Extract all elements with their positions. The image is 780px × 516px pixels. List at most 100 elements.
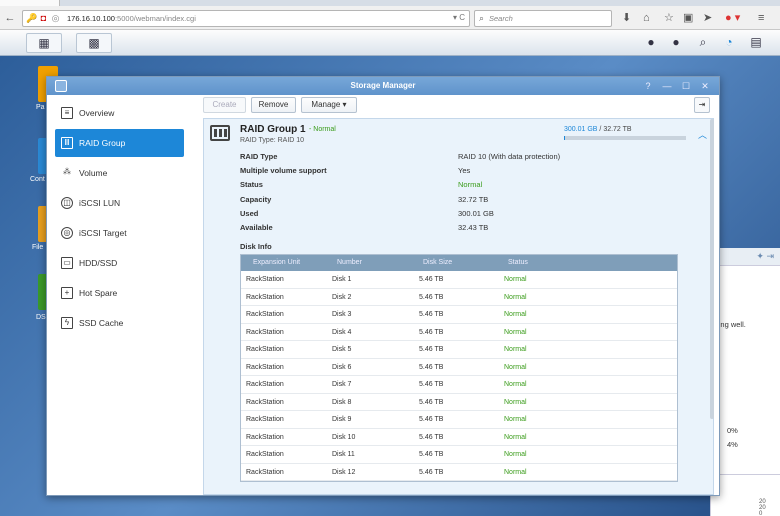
main-content: Create Remove Manage ▾ ⇥ RAID Group 1 - …	[200, 95, 719, 495]
sidebar-item-hdd-ssd[interactable]: ▭ HDD/SSD	[55, 249, 184, 277]
notification-icon[interactable]: ●	[643, 34, 659, 50]
sidebar-item-label: SSD Cache	[79, 318, 124, 328]
table-row[interactable]: RackStation Disk 2 5.46 TB Normal	[241, 289, 677, 306]
disk-status-cell: Normal	[504, 293, 527, 301]
remove-button[interactable]: Remove	[251, 97, 296, 113]
disk-size-cell: 5.46 TB	[419, 363, 444, 371]
close-icon[interactable]: ✕	[699, 80, 711, 92]
status-badge: - Normal	[309, 126, 336, 133]
expansion-unit-cell: RackStation	[246, 276, 284, 283]
table-row[interactable]: RackStation Disk 1 5.46 TB Normal	[241, 271, 677, 289]
expansion-unit-cell: RackStation	[246, 451, 284, 458]
overview-icon: ≡	[61, 107, 73, 119]
sidebar-item-ssd-cache[interactable]: ϟ SSD Cache	[55, 309, 184, 337]
iscsi-target-icon: ◎	[61, 227, 73, 239]
dsm-taskbar: ▦ ▩ ● ● ⌕ ◔ ▤	[0, 30, 780, 56]
pilot-view-icon[interactable]: ▤	[748, 34, 764, 50]
disk-status-cell: Normal	[504, 276, 527, 283]
raid-group-panel: RAID Group 1 - Normal RAID Type: RAID 10…	[203, 118, 714, 495]
property-value: 32.72 TB	[458, 195, 489, 204]
url-bar[interactable]: 🔑 ◘ ◎ 176.16.10.100:5000/webman/index.cg…	[22, 10, 470, 27]
table-row[interactable]: RackStation Disk 3 5.46 TB Normal	[241, 306, 677, 324]
search-icon[interactable]: ⌕	[695, 34, 711, 50]
clipboard-icon[interactable]: ▣	[683, 10, 693, 26]
search-box[interactable]: ⌕ Search	[474, 10, 612, 27]
sidebar-item-overview[interactable]: ≡ Overview	[55, 99, 184, 127]
navigation-bar: ← 🔑 ◘ ◎ 176.16.10.100:5000/webman/index.…	[0, 7, 780, 29]
table-row[interactable]: RackStation Disk 7 5.46 TB Normal	[241, 376, 677, 394]
reload-icon[interactable]: ▾ C	[453, 13, 465, 22]
column-header[interactable]: Status	[508, 259, 528, 266]
create-button[interactable]: Create	[203, 97, 246, 113]
window-titlebar[interactable]: Storage Manager ? — ☐ ✕	[47, 77, 719, 95]
expansion-unit-cell: RackStation	[246, 416, 284, 423]
disk-size-cell: 5.46 TB	[419, 276, 444, 283]
expansion-unit-cell: RackStation	[246, 398, 284, 406]
column-header[interactable]: Number	[337, 259, 362, 266]
browser-tab[interactable]	[0, 0, 60, 6]
table-row[interactable]: RackStation Disk 6 5.46 TB Normal	[241, 359, 677, 376]
abp-icon[interactable]: ● ▾	[725, 10, 740, 26]
bookmark-star-icon[interactable]: ☆	[664, 10, 674, 26]
sidebar-item-volume[interactable]: ⁂ Volume	[55, 159, 184, 187]
maximize-icon[interactable]: ☐	[680, 80, 692, 92]
widget-cpu-value: 0%	[727, 426, 738, 435]
send-icon[interactable]: ➤	[703, 10, 712, 26]
minimize-icon[interactable]: —	[661, 80, 673, 92]
collapse-chevron-icon[interactable]: ︿	[698, 128, 707, 141]
disk-size-cell: 5.46 TB	[419, 433, 444, 441]
page-info-icon[interactable]: 🔑	[26, 13, 37, 24]
disk-status-cell: Normal	[504, 398, 527, 406]
disk-size-cell: 5.46 TB	[419, 416, 444, 423]
table-header: Expansion Unit Number Disk Size Status	[241, 255, 677, 271]
disk-status-cell: Normal	[504, 468, 527, 476]
manage-dropdown-button[interactable]: Manage ▾	[301, 97, 357, 113]
sidebar-item-raid-group[interactable]: Ⅲ RAID Group	[55, 129, 184, 157]
widget-header: ✦ ⇥	[711, 248, 780, 266]
sidebar: ≡ Overview Ⅲ RAID Group ⁂ Volume ◫ iSCSI LUN…	[47, 95, 191, 495]
home-icon[interactable]: ⌂	[643, 10, 650, 26]
back-icon[interactable]: ←	[2, 10, 18, 26]
disk-size-cell: 5.46 TB	[419, 381, 444, 388]
menu-icon[interactable]: ≡	[758, 10, 764, 26]
raid-group-icon	[210, 125, 230, 141]
disk-number-cell: Disk 7	[332, 381, 352, 388]
disk-info-heading: Disk Info	[240, 242, 272, 251]
help-icon[interactable]: ?	[642, 80, 654, 92]
disk-number-cell: Disk 4	[332, 328, 352, 336]
disk-number-cell: Disk 2	[332, 293, 352, 301]
main-menu-button[interactable]: ▦	[26, 33, 62, 53]
disk-status-cell: Normal	[504, 381, 527, 388]
disk-status-cell: Normal	[504, 328, 527, 336]
property-value: Yes	[458, 166, 471, 175]
column-header[interactable]: Disk Size	[423, 259, 452, 266]
search-placeholder: Search	[489, 14, 513, 23]
sidebar-item-iscsi-target[interactable]: ◎ iSCSI Target	[55, 219, 184, 247]
disk-size-cell: 5.46 TB	[419, 293, 444, 301]
widgets-icon[interactable]: ◔	[721, 34, 737, 50]
property-label: Available	[240, 223, 273, 232]
table-row[interactable]: RackStation Disk 8 5.46 TB Normal	[241, 394, 677, 411]
table-row[interactable]: RackStation Disk 4 5.46 TB Normal	[241, 324, 677, 341]
column-header[interactable]: Expansion Unit	[253, 259, 300, 266]
vertical-scrollbar[interactable]	[710, 119, 714, 419]
table-row[interactable]: RackStation Disk 12 5.46 TB Normal	[241, 464, 677, 481]
search-icon: ⌕	[479, 13, 485, 23]
view-toggle-icon[interactable]: ⇥	[694, 97, 710, 113]
disk-status-cell: Normal	[504, 346, 527, 353]
capacity-usage-fill	[564, 136, 566, 140]
table-row[interactable]: RackStation Disk 11 5.46 TB Normal	[241, 446, 677, 464]
sidebar-item-label: RAID Group	[79, 138, 126, 148]
table-row[interactable]: RackStation Disk 5 5.46 TB Normal	[241, 341, 677, 359]
sidebar-item-hot-spare[interactable]: + Hot Spare	[55, 279, 184, 307]
table-row[interactable]: RackStation Disk 9 5.46 TB Normal	[241, 411, 677, 429]
sidebar-item-iscsi-lun[interactable]: ◫ iSCSI LUN	[55, 189, 184, 217]
sidebar-item-label: Hot Spare	[79, 288, 118, 298]
expansion-unit-cell: RackStation	[246, 433, 284, 441]
desktop-icon-label: DS	[36, 314, 46, 321]
download-icon[interactable]: ⬇	[622, 10, 631, 26]
table-row[interactable]: RackStation Disk 10 5.46 TB Normal	[241, 429, 677, 446]
storage-manager-taskbar-button[interactable]: ▩	[76, 33, 112, 53]
addon-icon[interactable]: ◘	[38, 13, 49, 24]
user-icon[interactable]: ●	[668, 34, 684, 50]
